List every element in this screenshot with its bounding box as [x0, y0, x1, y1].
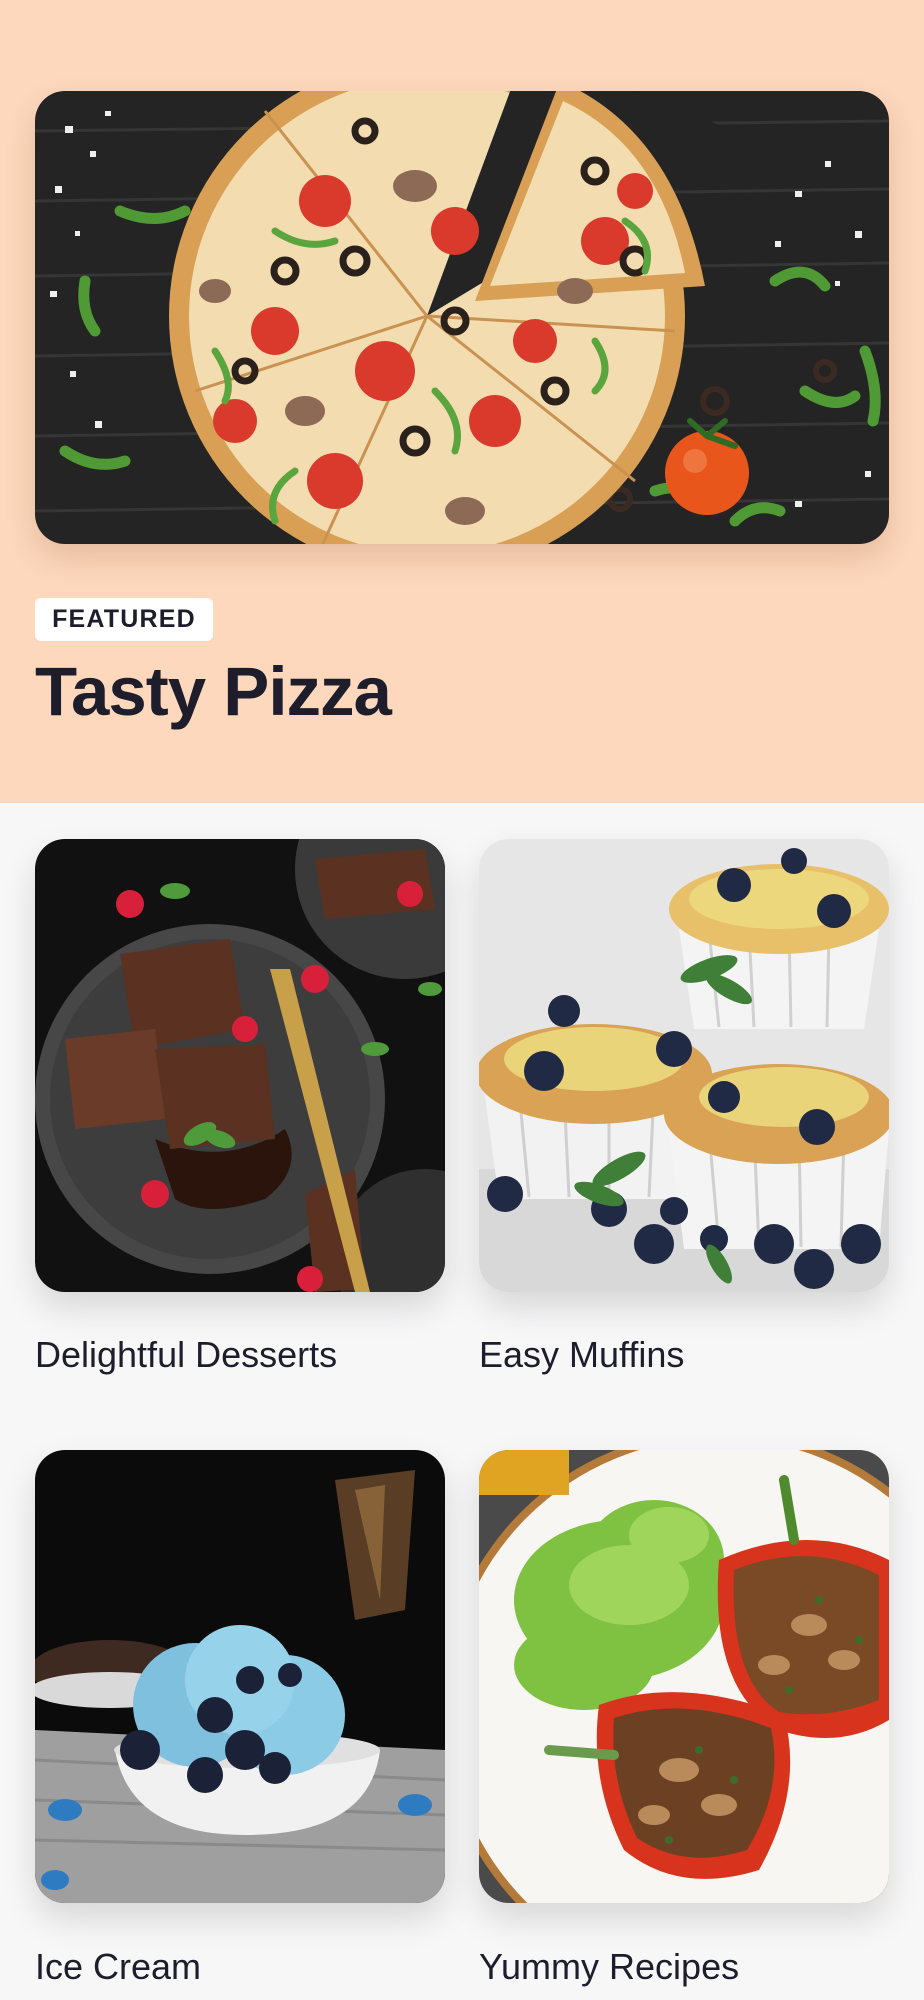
chocolate-brownies-photo — [35, 839, 445, 1292]
blueberry-muffins-photo — [479, 839, 889, 1292]
featured-title[interactable]: Tasty Pizza — [35, 652, 392, 731]
pizza-photo — [35, 91, 889, 544]
recipe-card-yummy-recipes-image[interactable] — [479, 1450, 889, 1903]
featured-section: FEATURED Tasty Pizza — [0, 0, 924, 803]
recipe-label-yummy-recipes[interactable]: Yummy Recipes — [479, 1945, 739, 1988]
recipe-card-easy-muffins-image[interactable] — [479, 839, 889, 1292]
featured-card-pizza-image[interactable] — [35, 91, 889, 544]
featured-badge: FEATURED — [35, 598, 213, 641]
recipe-label-easy-muffins[interactable]: Easy Muffins — [479, 1333, 684, 1376]
recipe-card-delightful-desserts-image[interactable] — [35, 839, 445, 1292]
blue-ice-cream-photo — [35, 1450, 445, 1903]
recipe-label-ice-cream[interactable]: Ice Cream — [35, 1945, 201, 1988]
recipe-card-ice-cream-image[interactable] — [35, 1450, 445, 1903]
stuffed-peppers-photo — [479, 1450, 889, 1903]
recipe-label-delightful-desserts[interactable]: Delightful Desserts — [35, 1333, 337, 1376]
